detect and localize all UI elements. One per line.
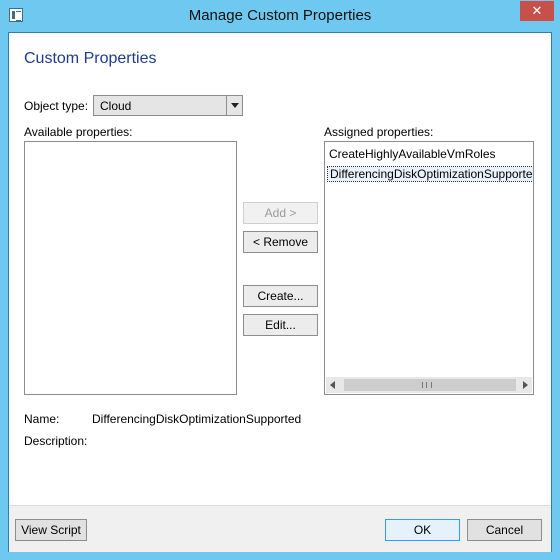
create-button[interactable]: Create... (243, 285, 318, 307)
object-type-label: Object type: (24, 99, 89, 113)
dialog-footer: View Script OK Cancel (9, 505, 551, 552)
available-properties-label: Available properties: (24, 125, 133, 139)
name-label: Name: (24, 412, 60, 426)
edit-button[interactable]: Edit... (243, 314, 318, 336)
scrollbar-thumb[interactable] (344, 379, 516, 391)
list-item[interactable]: CreateHighlyAvailableVmRoles (329, 147, 496, 161)
scroll-left-icon[interactable] (330, 381, 335, 389)
available-properties-list[interactable] (24, 141, 237, 395)
list-item-selected[interactable]: DifferencingDiskOptimizationSupported (327, 166, 533, 182)
close-button[interactable]: ✕ (520, 1, 554, 21)
description-label: Description: (24, 434, 88, 448)
remove-button[interactable]: < Remove (243, 231, 318, 253)
assigned-properties-label: Assigned properties: (324, 125, 434, 139)
view-script-button[interactable]: View Script (15, 519, 87, 541)
dialog-body: Custom Properties Object type: Cloud Ava… (8, 32, 552, 552)
object-type-value: Cloud (100, 99, 132, 113)
add-button[interactable]: Add > (243, 202, 318, 224)
object-type-dropdown[interactable]: Cloud (93, 95, 243, 116)
window-title: Manage Custom Properties (188, 7, 372, 24)
grip-icon (422, 382, 432, 388)
name-value: DifferencingDiskOptimizationSupported (92, 412, 302, 426)
title-bar: Manage Custom Properties ✕ (0, 0, 560, 32)
close-icon: ✕ (531, 3, 543, 18)
cancel-button[interactable]: Cancel (467, 519, 542, 541)
scroll-right-icon[interactable] (523, 381, 528, 389)
page-title: Custom Properties (24, 50, 157, 67)
chevron-down-icon[interactable] (226, 96, 242, 115)
ok-button[interactable]: OK (385, 519, 460, 541)
horizontal-scrollbar[interactable] (326, 377, 532, 393)
assigned-properties-list[interactable]: CreateHighlyAvailableVmRoles Differencin… (324, 141, 534, 395)
